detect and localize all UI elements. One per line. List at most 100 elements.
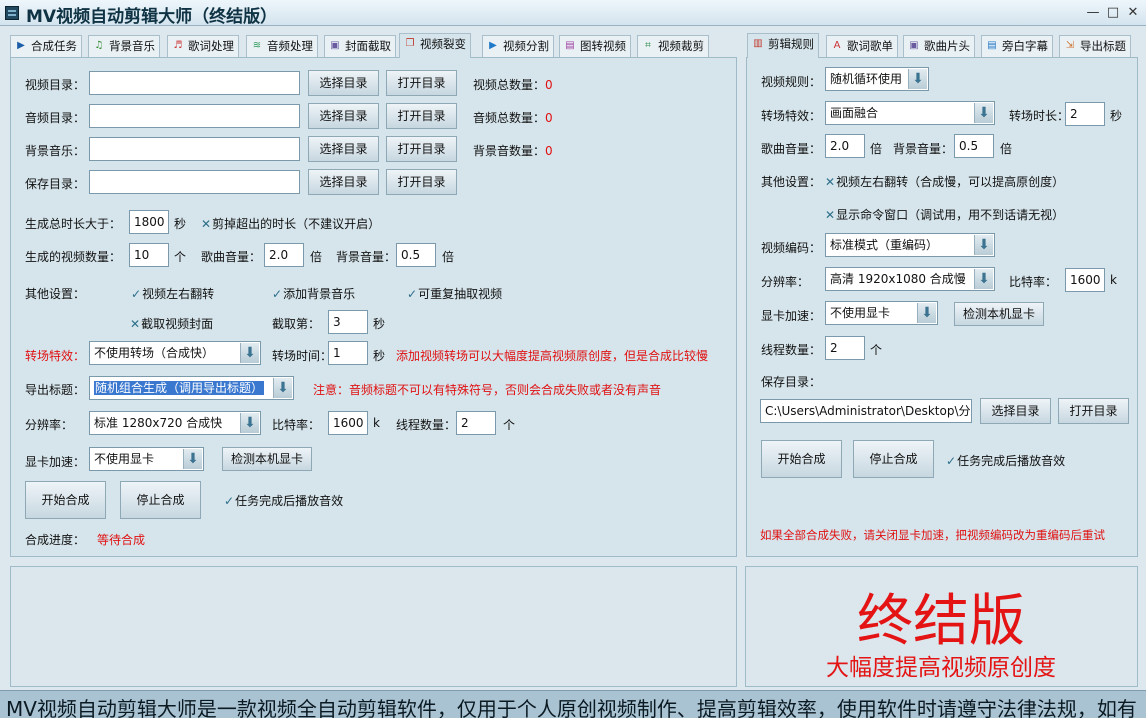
bg-vol-label: 背景音量： xyxy=(336,250,397,264)
tab-export-title[interactable]: ⇲ 导出标题 xyxy=(1059,35,1131,57)
play-sound-checkbox[interactable]: ✓任务完成后播放音效 xyxy=(224,492,343,509)
trim-excess-checkbox[interactable]: ✕剪掉超出的时长（不建议开启） xyxy=(201,215,380,232)
audio-open-dir-button[interactable]: 打开目录 xyxy=(386,103,457,129)
document-icon: ▤ xyxy=(987,40,997,51)
transition-len-unit: 秒 xyxy=(1110,109,1123,123)
video-total-label: 视频总数量：0 xyxy=(473,78,553,92)
gpu-select[interactable]: 不使用显卡 ⬇ xyxy=(89,447,204,471)
tab-edit-rules[interactable]: ▥ 剪辑规则 xyxy=(747,33,819,58)
gen-count-label: 生成的视频数量： xyxy=(25,250,122,264)
bgm-open-dir-button[interactable]: 打开目录 xyxy=(386,136,457,162)
bgm-select-dir-button[interactable]: 选择目录 xyxy=(308,136,379,162)
right-gpu-select[interactable]: 不使用显卡 ⬇ xyxy=(825,301,938,325)
start-compose-button[interactable]: 开始合成 xyxy=(25,481,106,519)
rule-select[interactable]: 随机循环使用 ⬇ xyxy=(825,67,929,91)
video-total-count: 0 xyxy=(545,78,553,92)
tab-split[interactable]: ▶ 视频分割 xyxy=(482,35,554,57)
transition-label: 转场特效： xyxy=(25,349,86,363)
right-open-dir-button[interactable]: 打开目录 xyxy=(1058,398,1129,424)
cut-frame-input[interactable]: 3 xyxy=(328,310,368,334)
waveform-icon: ≋ xyxy=(252,40,262,51)
tab-bgm[interactable]: ♫ 背景音乐 xyxy=(88,35,160,57)
flip-checkbox[interactable]: ✓视频左右翻转 xyxy=(131,285,214,302)
tab-audio[interactable]: ≋ 音频处理 xyxy=(246,35,318,57)
right-bg-vol-input[interactable]: 0.5 xyxy=(954,134,994,158)
show-cmd-checkbox[interactable]: ✕显示命令窗口（调试用，用不到话请无视） xyxy=(825,206,1064,223)
tab-crop[interactable]: ⌗ 视频裁剪 xyxy=(637,35,709,57)
right-play-sound-checkbox[interactable]: ✓任务完成后播放音效 xyxy=(946,452,1065,469)
cross-icon: ✕ xyxy=(201,217,212,231)
right-save-input[interactable]: C:\Users\Administrator\Desktop\分 xyxy=(760,399,972,423)
right-transition-label: 转场特效： xyxy=(761,109,822,123)
bitrate-input[interactable]: 1600 xyxy=(328,411,368,435)
gen-count-input[interactable]: 10 xyxy=(129,243,169,267)
cross-icon: ✕ xyxy=(825,208,836,222)
add-bgm-checkbox[interactable]: ✓添加背景音乐 xyxy=(272,285,355,302)
right-tab-bar: ▥ 剪辑规则 A 歌词歌单 ▣ 歌曲片头 ▤ 旁白字幕 ⇲ 导出标题 xyxy=(747,33,1139,58)
right-bitrate-input[interactable]: 1600 xyxy=(1065,268,1105,292)
export-title-select[interactable]: 随机组合生成（调用导出标题） ⬇ xyxy=(89,376,294,400)
tab-song-intro[interactable]: ▣ 歌曲片头 xyxy=(903,35,975,57)
save-dir-label: 保存目录： xyxy=(25,177,86,191)
right-start-button[interactable]: 开始合成 xyxy=(761,440,842,478)
close-button[interactable]: ✕ xyxy=(1124,4,1142,22)
tab-cover[interactable]: ▣ 封面截取 xyxy=(324,35,396,57)
right-threads-unit: 个 xyxy=(870,343,883,357)
video-dir-input[interactable] xyxy=(89,71,300,95)
checkmark-icon: ✓ xyxy=(224,494,235,508)
save-open-dir-button[interactable]: 打开目录 xyxy=(386,169,457,195)
minimize-button[interactable]: — xyxy=(1084,4,1102,22)
bg-vol-input[interactable]: 0.5 xyxy=(396,243,436,267)
right-threads-input[interactable]: 2 xyxy=(825,336,865,360)
font-icon: A xyxy=(833,40,841,51)
detect-gpu-button[interactable]: 检测本机显卡 xyxy=(222,447,312,471)
tab-lyric-list[interactable]: A 歌词歌单 xyxy=(826,35,898,57)
tab-fission[interactable]: ❐ 视频裂变 xyxy=(399,33,471,58)
video-select-dir-button[interactable]: 选择目录 xyxy=(308,70,379,96)
audio-dir-input[interactable] xyxy=(89,104,300,128)
threads-label: 线程数量： xyxy=(396,418,457,432)
video-open-dir-button[interactable]: 打开目录 xyxy=(386,70,457,96)
transition-len-input[interactable]: 2 xyxy=(1065,102,1105,126)
cut-frame-unit: 秒 xyxy=(373,317,386,331)
checkmark-icon: ✓ xyxy=(407,287,418,301)
save-dir-input[interactable] xyxy=(89,170,300,194)
transition-time-input[interactable]: 1 xyxy=(328,341,368,365)
resolution-select[interactable]: 标准 1280x720 合成快 ⬇ xyxy=(89,411,261,435)
audio-total-label: 音频总数量：0 xyxy=(473,111,553,125)
right-stop-button[interactable]: 停止合成 xyxy=(853,440,934,478)
bgm-input[interactable] xyxy=(89,137,300,161)
encode-select[interactable]: 标准模式（重编码） ⬇ xyxy=(825,233,995,257)
tab-img2video[interactable]: ▤ 图转视频 xyxy=(559,35,631,57)
gen-duration-unit: 秒 xyxy=(174,217,187,231)
song-vol-input[interactable]: 2.0 xyxy=(264,243,304,267)
chevron-down-icon: ⬇ xyxy=(183,449,202,469)
audio-select-dir-button[interactable]: 选择目录 xyxy=(308,103,379,129)
gen-duration-input[interactable]: 1800 xyxy=(129,210,169,234)
gpu-label: 显卡加速： xyxy=(25,455,86,469)
tab-subtitles[interactable]: ▤ 旁白字幕 xyxy=(981,35,1053,57)
repeat-extract-checkbox[interactable]: ✓可重复抽取视频 xyxy=(407,285,502,302)
save-select-dir-button[interactable]: 选择目录 xyxy=(308,169,379,195)
gen-duration-label: 生成总时长大于： xyxy=(25,217,122,231)
right-song-vol-input[interactable]: 2.0 xyxy=(825,134,865,158)
cover-checkbox[interactable]: ✕截取视频封面 xyxy=(130,315,213,332)
maximize-button[interactable]: □ xyxy=(1104,4,1122,22)
tab-compose[interactable]: ▶ 合成任务 xyxy=(10,35,82,57)
right-resolution-select[interactable]: 高清 1920x1080 合成慢 ⬇ xyxy=(825,267,995,291)
chevron-down-icon: ⬇ xyxy=(974,235,993,255)
window-title: MV视频自动剪辑大师（终结版） xyxy=(26,7,278,27)
bitrate-label: 比特率： xyxy=(272,418,321,432)
threads-input[interactable]: 2 xyxy=(456,411,496,435)
transition-select[interactable]: 不使用转场（合成快） ⬇ xyxy=(89,341,261,365)
checkmark-icon: ✓ xyxy=(946,454,957,468)
right-detect-gpu-button[interactable]: 检测本机显卡 xyxy=(954,302,1044,326)
right-select-dir-button[interactable]: 选择目录 xyxy=(980,398,1051,424)
right-flip-checkbox[interactable]: ✕视频左右翻转（合成慢，可以提高原创度） xyxy=(825,173,1064,190)
right-transition-select[interactable]: 画面融合 ⬇ xyxy=(825,101,995,125)
tab-lyrics[interactable]: ♬ 歌词处理 xyxy=(167,35,239,57)
marquee-text: MV视频自动剪辑大师是一款视频全自动剪辑软件，仅用于个人原创视频制作、提高剪辑效… xyxy=(6,697,1137,718)
progress-status: 等待合成 xyxy=(97,533,146,547)
audio-dir-label: 音频目录： xyxy=(25,111,86,125)
stop-compose-button[interactable]: 停止合成 xyxy=(120,481,201,519)
